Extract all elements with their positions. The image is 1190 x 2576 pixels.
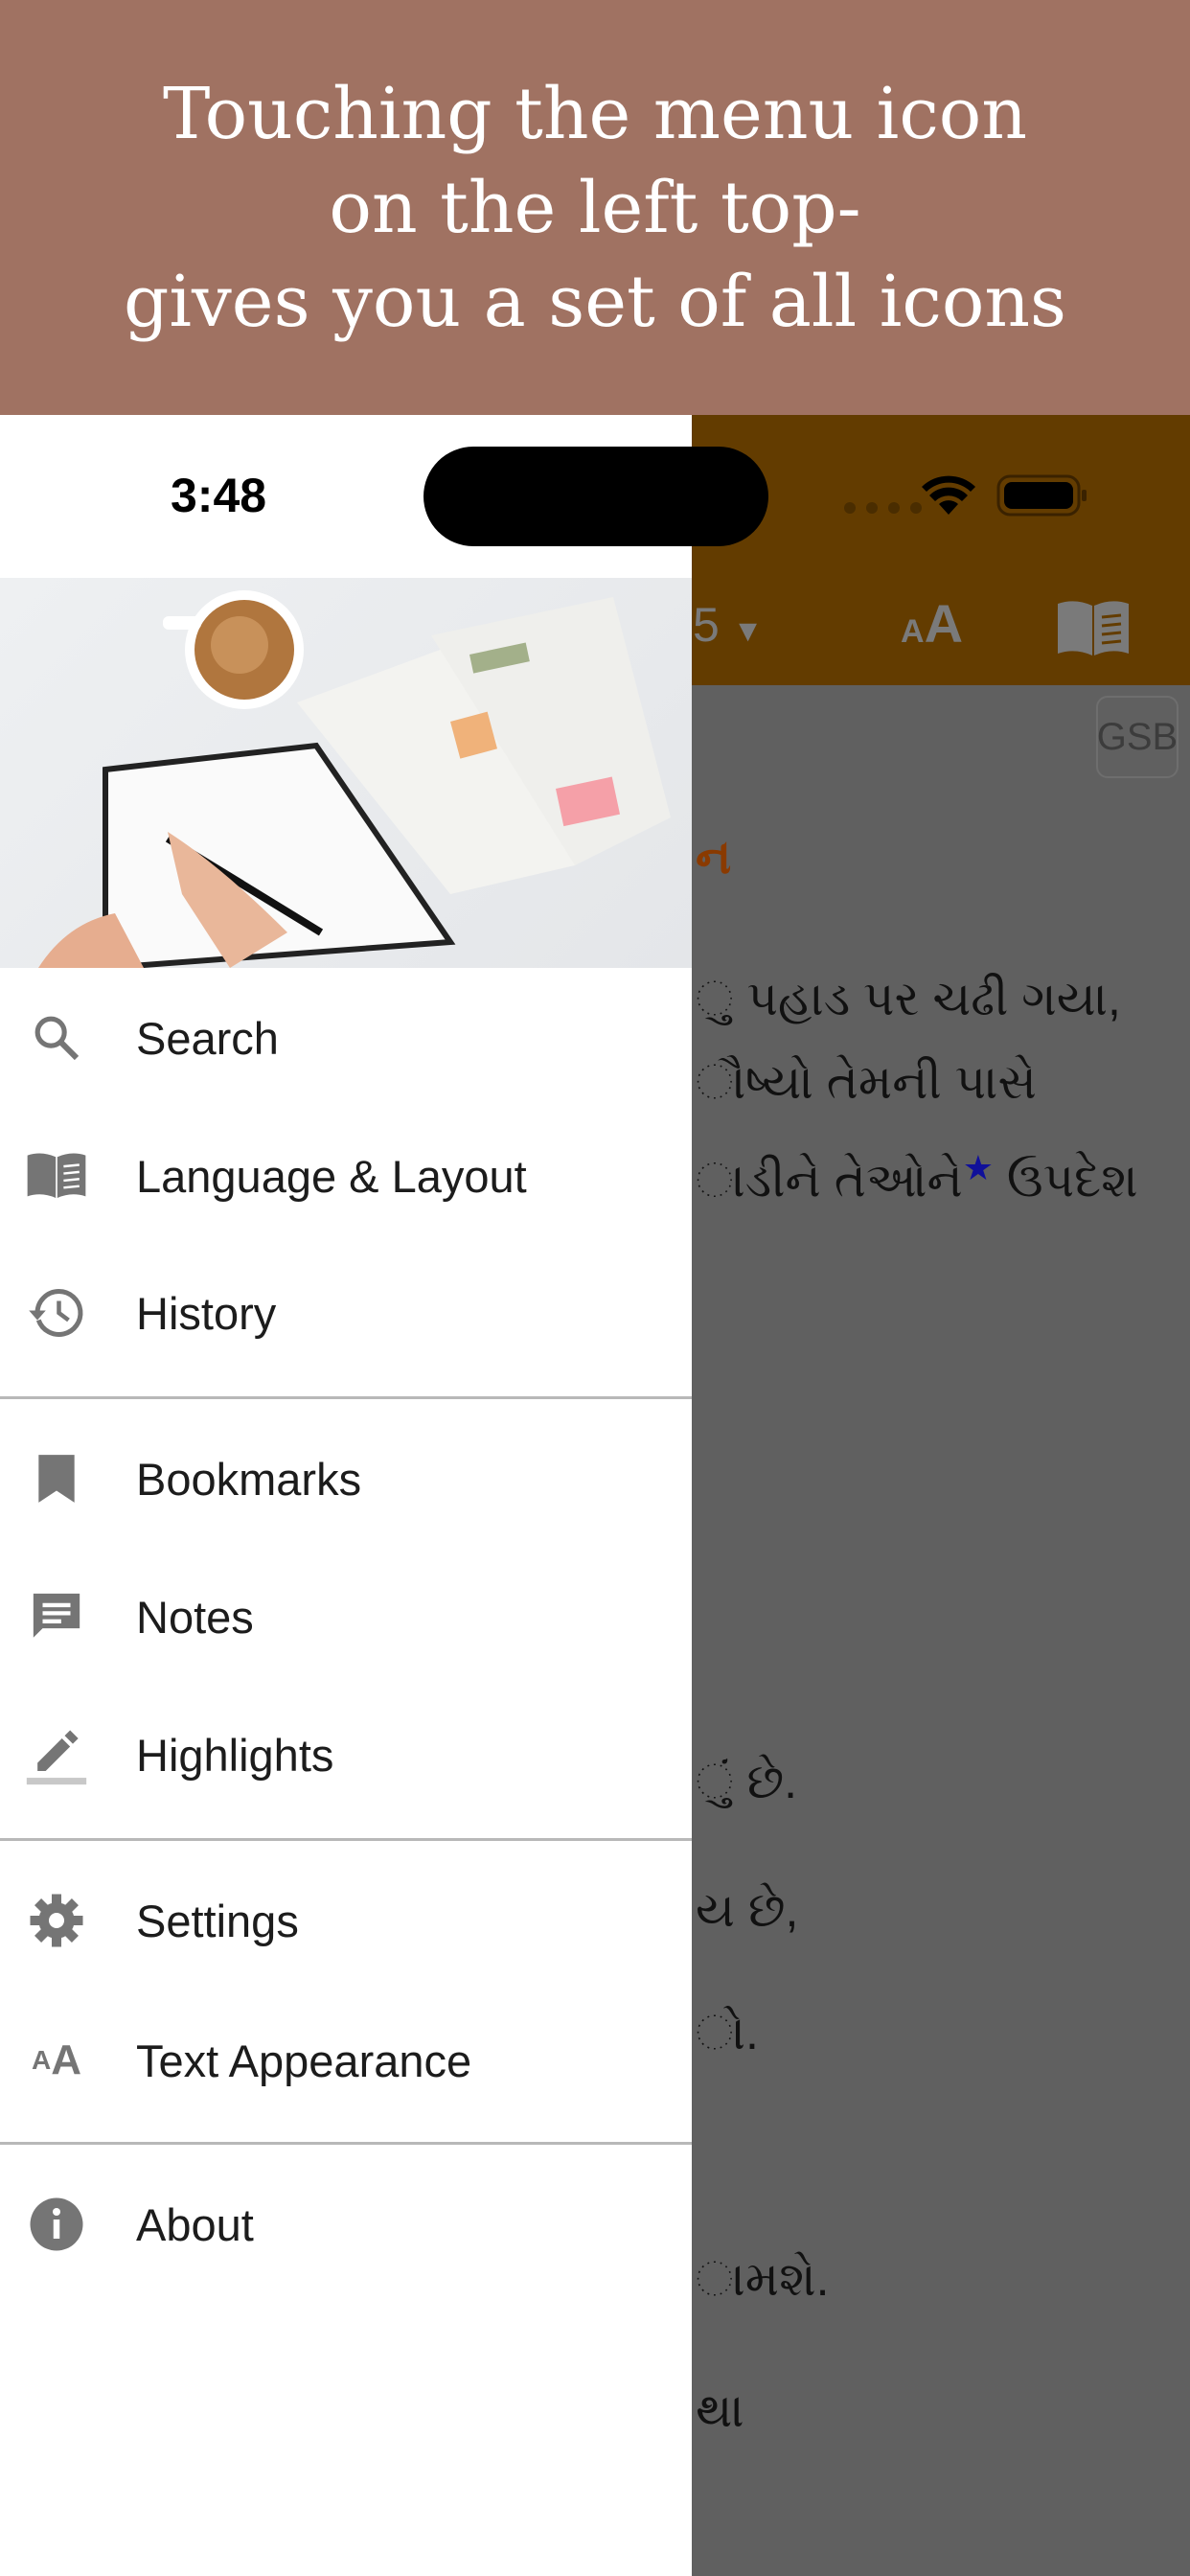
divider — [0, 1396, 692, 1399]
bookmark-icon — [38, 1455, 75, 1503]
menu-item-label: Language & Layout — [136, 1150, 527, 1202]
status-time: 3:48 — [171, 469, 267, 522]
text-size-icon: AA — [31, 2036, 81, 2083]
verse-line: ૌષ્યો તેમની પાસે — [696, 1055, 1037, 1109]
menu-item-label: History — [136, 1287, 277, 1339]
menu-item-language-layout[interactable]: Language & Layout — [0, 1107, 692, 1245]
note-icon — [33, 1593, 80, 1638]
verse-line: થા — [696, 2383, 744, 2437]
section-heading: ન — [696, 830, 732, 884]
verse-line: ુ પહાડ પર ચઢી ગયા, — [696, 972, 1121, 1025]
verse-line: ય છે, — [696, 1883, 799, 1937]
menu-item-highlights[interactable]: Highlights — [0, 1686, 692, 1824]
menu-item-about[interactable]: About — [0, 2155, 692, 2293]
wifi-icon — [922, 475, 975, 515]
menu-item-label: Notes — [136, 1591, 254, 1643]
chapter-number: 5 — [693, 598, 720, 652]
info-icon — [30, 2197, 83, 2251]
caption-line: on the left top- — [329, 166, 861, 249]
verse-line: ું છે. — [696, 1755, 797, 1808]
divider — [0, 1838, 692, 1841]
caption-line: Touching the menu icon — [163, 72, 1027, 155]
menu-item-label: Text Appearance — [136, 2035, 472, 2086]
caption-line: gives you a set of all icons — [123, 260, 1067, 343]
history-icon — [29, 1289, 83, 1337]
menu-item-label: Highlights — [136, 1729, 334, 1781]
caret-down-icon: ▼ — [732, 613, 764, 648]
drawer-header-image — [0, 578, 692, 968]
menu-item-text-appearance[interactable]: AA Text Appearance — [0, 1991, 692, 2129]
footnote-star-icon[interactable]: ★ — [963, 1148, 994, 1187]
version-badge[interactable]: GSB — [1096, 696, 1179, 778]
navigation-drawer: 3:48 Search Language & Layout History Bo… — [0, 415, 768, 2576]
menu-item-settings[interactable]: Settings — [0, 1852, 692, 1990]
menu-item-label: Search — [136, 1012, 279, 1064]
book-open-icon[interactable] — [1056, 600, 1131, 657]
divider — [0, 2142, 692, 2145]
menu-item-search[interactable]: Search — [0, 969, 692, 1107]
highlight-pen-icon — [26, 1730, 87, 1785]
text-size-icon[interactable]: AA — [901, 592, 963, 655]
caption-banner: Touching the menu icon on the left top- … — [0, 0, 1190, 415]
search-icon — [34, 1016, 80, 1061]
verse-text: ઉપદેશ — [1006, 1153, 1138, 1208]
menu-item-label: Settings — [136, 1895, 299, 1946]
menu-item-label: About — [136, 2198, 254, 2250]
gear-icon — [30, 1894, 83, 1947]
verse-line: ાડીને તેઓને★ ઉપદેશ — [696, 1148, 1138, 1209]
verse-line: ામશે. — [696, 2252, 830, 2306]
dynamic-island — [423, 447, 768, 546]
verse-text: ાડીને તેઓને — [696, 1153, 963, 1208]
book-open-icon — [27, 1153, 86, 1198]
signal-icon — [844, 502, 922, 514]
menu-item-label: Bookmarks — [136, 1453, 362, 1505]
chapter-selector[interactable]: 5 ▼ — [693, 597, 763, 653]
verse-line: ો. — [696, 2006, 759, 2059]
battery-icon — [996, 474, 1087, 517]
menu-item-notes[interactable]: Notes — [0, 1548, 692, 1686]
menu-item-bookmarks[interactable]: Bookmarks — [0, 1410, 692, 1548]
menu-item-history[interactable]: History — [0, 1244, 692, 1382]
